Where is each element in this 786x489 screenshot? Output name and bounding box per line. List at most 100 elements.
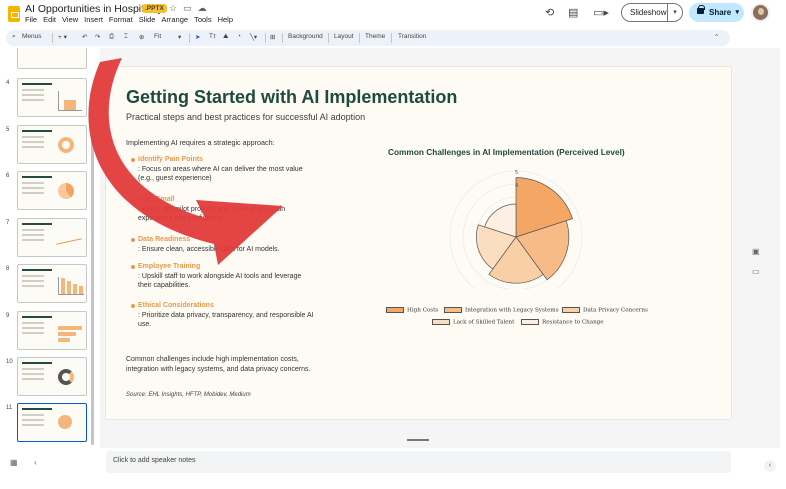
menu-bar: File Edit View Insert Format Slide Arran…: [25, 15, 239, 24]
slide-number: 7: [6, 220, 10, 226]
menu-tools[interactable]: Tools: [194, 15, 212, 24]
list-item[interactable]: Data Readiness : Ensure clean, accessibl…: [126, 235, 316, 254]
list-item[interactable]: Identify Pain Points : Focus on areas wh…: [126, 155, 316, 184]
filmstrip-item[interactable]: 10: [0, 357, 100, 399]
slide-thumbnail[interactable]: [17, 264, 87, 303]
intro-text[interactable]: Implementing AI requires a strategic app…: [126, 138, 275, 147]
filmstrip-scrollbar[interactable]: [91, 140, 94, 445]
closing-text[interactable]: Common challenges include high implement…: [126, 355, 316, 374]
slide-thumbnail-selected[interactable]: [17, 403, 87, 442]
menu-view[interactable]: View: [62, 15, 78, 24]
legend-swatch: [386, 307, 404, 313]
radial-tick-label: 5: [515, 170, 518, 176]
chevron-down-icon[interactable]: ▾: [667, 4, 682, 21]
background-button[interactable]: Background: [288, 33, 323, 40]
line-icon[interactable]: ╲▾: [250, 33, 257, 41]
text-box-icon[interactable]: Tт: [209, 33, 216, 40]
point-text: : Begin with pilot projects and scale as…: [138, 205, 286, 223]
legend-label: Resistance to Change: [542, 319, 604, 326]
slide-number: 10: [6, 359, 13, 365]
move-folder-icon[interactable]: ▭: [183, 3, 198, 13]
folder-icon[interactable]: ▭: [752, 267, 760, 276]
grid-view-icon[interactable]: ▦: [10, 458, 18, 467]
history-icon[interactable]: ⟲: [545, 6, 554, 19]
slide-thumbnail[interactable]: [17, 218, 87, 257]
paint-format-icon[interactable]: ⌶: [124, 33, 128, 41]
comment-icon[interactable]: ⊞: [270, 33, 275, 41]
point-heading: Ethical Considerations: [138, 302, 214, 309]
layout-button[interactable]: Layout: [334, 33, 354, 40]
theme-button[interactable]: Theme: [365, 33, 385, 40]
list-item[interactable]: Start Small : Begin with pilot projects …: [126, 195, 316, 224]
menu-edit[interactable]: Edit: [43, 15, 56, 24]
filmstrip-item[interactable]: 7: [0, 218, 100, 260]
filmstrip-item[interactable]: 9: [0, 311, 100, 353]
legend-item: Data Privacy Concerns: [562, 307, 648, 314]
slides-logo-icon[interactable]: [8, 6, 20, 22]
chevron-down-icon[interactable]: ▾: [178, 33, 181, 41]
filmstrip-item[interactable]: 11: [0, 403, 100, 445]
slide-thumbnail[interactable]: [17, 48, 87, 69]
menu-slide[interactable]: Slide: [139, 15, 156, 24]
speaker-notes[interactable]: Click to add speaker notes: [106, 451, 731, 473]
point-heading: Data Readiness: [138, 236, 191, 243]
slide-thumbnail[interactable]: [17, 125, 87, 164]
redo-icon[interactable]: ↷: [95, 33, 100, 41]
notes-resize-handle[interactable]: [407, 439, 429, 441]
zoom-icon[interactable]: ⊕: [139, 33, 144, 41]
keep-icon[interactable]: ▣: [752, 247, 760, 256]
filmstrip-item[interactable]: 4: [0, 78, 100, 120]
transition-button[interactable]: Transition: [398, 33, 426, 40]
slide[interactable]: Getting Started with AI Implementation P…: [106, 67, 731, 419]
chevron-left-icon[interactable]: ‹: [34, 458, 37, 467]
new-slide-icon[interactable]: + ▾: [58, 33, 67, 41]
comments-icon[interactable]: ▤: [568, 6, 578, 19]
slide-thumbnail[interactable]: [17, 78, 87, 117]
filmstrip-item[interactable]: 5: [0, 125, 100, 167]
point-text: : Upskill staff to work alongside AI too…: [138, 272, 302, 290]
search-icon[interactable]: ⌕: [12, 33, 16, 41]
undo-icon[interactable]: ↶: [82, 33, 87, 41]
shape-icon[interactable]: ◔: [237, 33, 241, 40]
filmstrip-item[interactable]: 6: [0, 171, 100, 213]
chevron-down-icon[interactable]: ▾: [735, 3, 739, 22]
divider: [391, 33, 392, 43]
point-heading: Employee Training: [138, 263, 201, 270]
select-cursor-icon[interactable]: ➤: [195, 33, 200, 41]
zoom-select[interactable]: Fit: [154, 33, 161, 40]
image-icon[interactable]: ⛰: [223, 33, 228, 41]
list-item[interactable]: Ethical Considerations : Prioritize data…: [126, 301, 316, 330]
slide-thumbnail[interactable]: [17, 311, 87, 350]
filmstrip-item[interactable]: [0, 48, 100, 72]
slide-thumbnail[interactable]: [17, 171, 87, 210]
chevron-left-icon[interactable]: ‹: [764, 460, 776, 472]
menu-file[interactable]: File: [25, 15, 37, 24]
avatar[interactable]: [751, 3, 770, 22]
divider: [359, 33, 360, 43]
slide-subtitle[interactable]: Practical steps and best practices for s…: [126, 112, 365, 122]
menu-arrange[interactable]: Arrange: [161, 15, 188, 24]
slide-thumbnail[interactable]: [17, 357, 87, 396]
share-button[interactable]: Share ▾: [689, 3, 744, 22]
menu-format[interactable]: Format: [109, 15, 133, 24]
legend-label: Lack of Skilled Talent: [453, 319, 515, 326]
slideshow-button[interactable]: Slideshow ▾: [621, 3, 683, 22]
star-icon[interactable]: ☆: [169, 3, 183, 13]
legend-swatch: [562, 307, 580, 313]
menu-insert[interactable]: Insert: [84, 15, 103, 24]
bullet-icon: [131, 304, 135, 308]
polar-area-chart[interactable]: 45: [436, 159, 596, 289]
meet-video-icon[interactable]: ▭▸: [593, 6, 609, 19]
filmstrip-item[interactable]: 8: [0, 264, 100, 306]
file-type-badge: .PPTX: [142, 4, 167, 13]
source-citation[interactable]: Source: EHL Insights, HFTP, Mobidev, Med…: [126, 392, 251, 398]
legend-item: Integration with Legacy Systems: [444, 307, 559, 314]
menus-search[interactable]: Menus: [22, 33, 42, 40]
cloud-status-icon[interactable]: ☁: [198, 3, 213, 13]
collapse-toolbar-icon[interactable]: ⌃: [714, 33, 719, 41]
slide-title[interactable]: Getting Started with AI Implementation: [126, 87, 457, 108]
bullet-icon: [131, 265, 135, 269]
menu-help[interactable]: Help: [218, 15, 233, 24]
print-icon[interactable]: ⎙: [109, 33, 114, 41]
list-item[interactable]: Employee Training : Upskill staff to wor…: [126, 262, 316, 291]
